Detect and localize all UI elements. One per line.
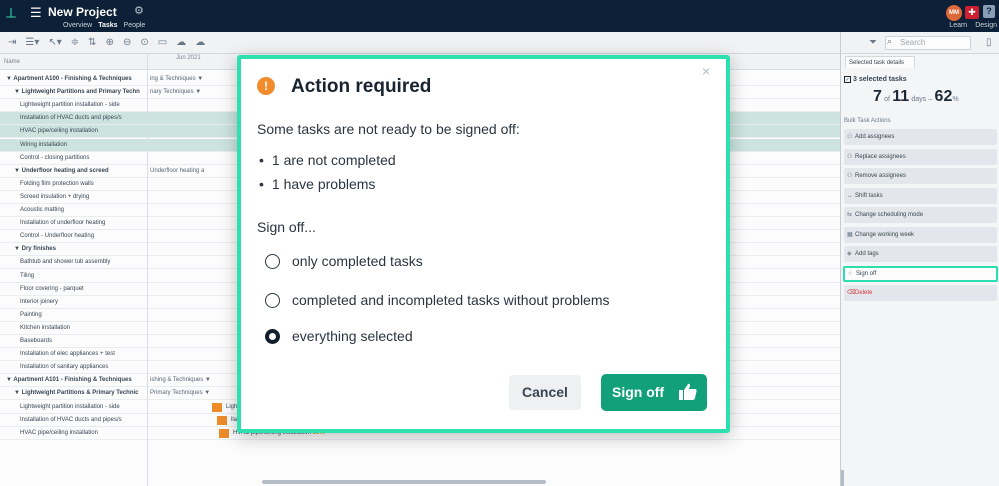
issue-list: 1 are not completed 1 have problems [259,151,396,199]
radio-label: completed and incompleted tasks without … [292,292,610,308]
cancel-button[interactable]: Cancel [509,375,581,410]
radio-button[interactable] [265,292,280,308]
radio-completed-and-incompleted[interactable]: completed and incompleted tasks without … [265,291,610,309]
close-icon[interactable]: × [702,63,710,79]
sign-off-dialog: × ! Action required Some tasks are not r… [237,55,730,433]
thumbs-up-icon [679,383,697,400]
dialog-message: Some tasks are not ready to be signed of… [257,121,520,137]
sign-off-button-label: Sign off [612,384,665,400]
radio-button[interactable] [265,253,280,269]
radio-only-completed[interactable]: only completed tasks [265,252,423,270]
warning-icon: ! [257,77,275,95]
dialog-title: Action required [291,76,432,97]
radio-everything-selected[interactable]: everything selected [265,327,413,345]
radio-label: only completed tasks [292,253,423,269]
radio-label: everything selected [292,328,413,344]
radio-button-checked[interactable] [265,328,280,344]
list-item: 1 are not completed [259,151,396,175]
list-item: 1 have problems [259,175,396,199]
sign-off-button[interactable]: Sign off [601,374,707,411]
sign-off-prompt: Sign off... [257,219,316,235]
